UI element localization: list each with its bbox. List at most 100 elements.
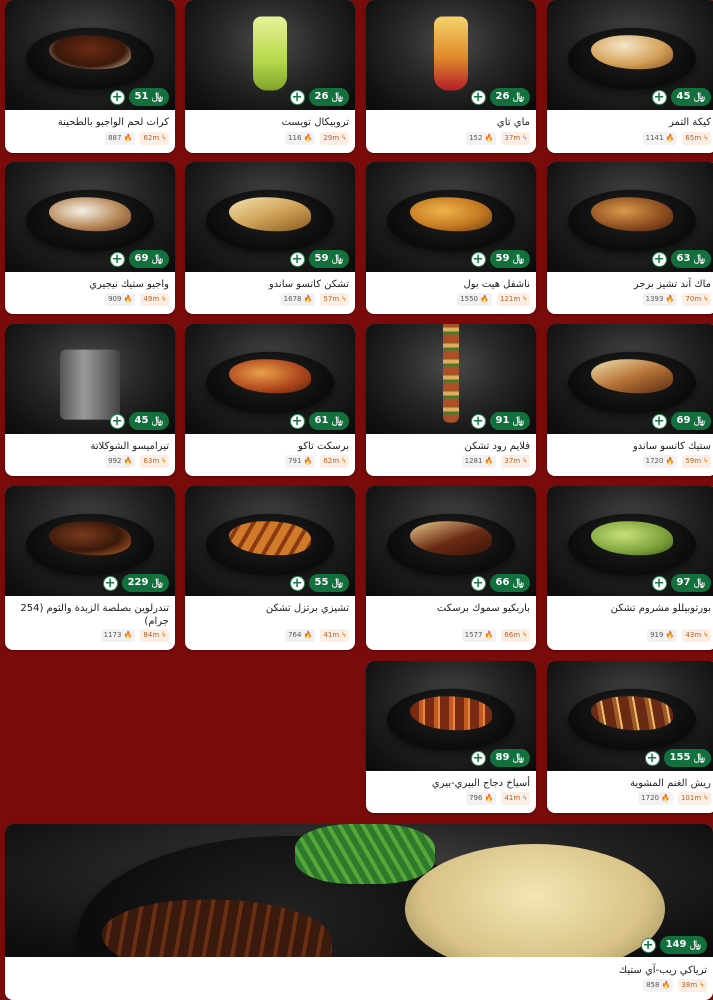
menu-card[interactable]: +26 ﷼ تروبيكال تويست 116 🔥 29m ϟ bbox=[185, 0, 355, 153]
time-tag: 62m ϟ bbox=[140, 132, 169, 145]
calories-tag: 1173 🔥 bbox=[100, 629, 136, 642]
item-name: فلايم رود تشكن bbox=[464, 441, 531, 452]
fire-icon: 🔥 bbox=[303, 457, 313, 465]
add-icon[interactable]: + bbox=[640, 937, 656, 953]
add-icon[interactable]: + bbox=[102, 575, 118, 591]
add-icon[interactable]: + bbox=[470, 89, 486, 105]
menu-card[interactable]: +45 ﷼ كيكة التمر 1141 🔥 65m ϟ bbox=[547, 0, 713, 153]
flame-icon: ϟ bbox=[161, 295, 166, 303]
menu-card[interactable]: +66 ﷼ باربكيو سموك برسكت 1577 🔥 66m ϟ bbox=[366, 486, 536, 650]
time-tag: 37m ϟ bbox=[501, 455, 530, 468]
flame-icon: ϟ bbox=[703, 295, 708, 303]
menu-card[interactable]: +89 ﷼ أسياخ دجاج البيري-بيري 796 🔥 41m ϟ bbox=[366, 661, 536, 813]
time-tag: 43m ϟ bbox=[682, 629, 711, 642]
price-badge: 149 ﷼ bbox=[659, 936, 707, 954]
add-icon[interactable]: + bbox=[651, 575, 667, 591]
add-icon[interactable]: + bbox=[470, 750, 486, 766]
time-tag: 84m ϟ bbox=[140, 629, 169, 642]
price-badge: 59 ﷼ bbox=[308, 250, 349, 268]
item-name: تندرلوين بصلصة الزبدة والثوم (254 جرام) bbox=[20, 603, 169, 627]
menu-card[interactable]: +26 ﷼ ماي تاي 152 🔥 37m ϟ bbox=[366, 0, 536, 153]
calories-tag: 858 🔥 bbox=[643, 979, 674, 992]
time-tag: 29m ϟ bbox=[320, 132, 349, 145]
flame-icon: ϟ bbox=[522, 631, 527, 639]
item-name: أسياخ دجاج البيري-بيري bbox=[431, 778, 530, 789]
price-badge: 229 ﷼ bbox=[121, 574, 169, 592]
calories-tag: 1141 🔥 bbox=[642, 132, 678, 145]
item-name: ستيك كاتسو ساندو bbox=[632, 441, 711, 452]
time-tag: 37m ϟ bbox=[501, 132, 530, 145]
fire-icon: 🔥 bbox=[665, 457, 675, 465]
fire-icon: 🔥 bbox=[484, 794, 494, 802]
flame-icon: ϟ bbox=[703, 457, 708, 465]
flame-icon: ϟ bbox=[699, 981, 704, 989]
add-icon[interactable]: + bbox=[644, 750, 660, 766]
price-badge: 61 ﷼ bbox=[308, 412, 349, 430]
flame-icon: ϟ bbox=[522, 794, 527, 802]
item-name: تروبيكال تويست bbox=[281, 117, 349, 128]
add-icon[interactable]: + bbox=[289, 575, 305, 591]
calories-tag: 791 🔥 bbox=[285, 455, 316, 468]
menu-card[interactable]: +45 ﷼ تيراميسو الشوكلاتة 992 🔥 63m ϟ bbox=[5, 324, 175, 476]
menu-card[interactable]: +59 ﷼ ناشفل هيت بول 1550 🔥 121m ϟ bbox=[366, 162, 536, 314]
menu-card[interactable]: +97 ﷼ بورتوبيللو مشروم تشكن 919 🔥 43m ϟ bbox=[547, 486, 713, 650]
add-icon[interactable]: + bbox=[470, 575, 486, 591]
menu-card[interactable]: +69 ﷼ واجيو ستيك نيجيري 909 🔥 49m ϟ bbox=[5, 162, 175, 314]
item-name: ماي تاي bbox=[496, 117, 530, 128]
flame-icon: ϟ bbox=[161, 134, 166, 142]
menu-card[interactable]: +51 ﷼ كرات لحم الواجيو بالطحينة 887 🔥 62m… bbox=[5, 0, 175, 153]
calories-tag: 1678 🔥 bbox=[280, 293, 316, 306]
time-tag: 66m ϟ bbox=[501, 629, 530, 642]
item-name: ريش الغنم المشوية bbox=[630, 778, 711, 789]
price-badge: 97 ﷼ bbox=[670, 574, 711, 592]
menu-card[interactable]: +91 ﷼ فلايم رود تشكن 1281 🔥 37m ϟ bbox=[366, 324, 536, 476]
add-icon[interactable]: + bbox=[651, 251, 667, 267]
price-badge: 69 ﷼ bbox=[128, 250, 169, 268]
time-tag: 57m ϟ bbox=[320, 293, 349, 306]
flame-icon: ϟ bbox=[703, 631, 708, 639]
add-icon[interactable]: + bbox=[289, 251, 305, 267]
menu-card[interactable]: +229 ﷼ تندرلوين بصلصة الزبدة والثوم (254… bbox=[5, 486, 175, 650]
fire-icon: 🔥 bbox=[484, 631, 494, 639]
fire-icon: 🔥 bbox=[665, 134, 675, 142]
item-name: كيكة التمر bbox=[669, 117, 711, 128]
calories-tag: 152 🔥 bbox=[466, 132, 497, 145]
add-icon[interactable]: + bbox=[289, 413, 305, 429]
flame-icon: ϟ bbox=[703, 794, 708, 802]
add-icon[interactable]: + bbox=[470, 413, 486, 429]
fire-icon: 🔥 bbox=[303, 134, 313, 142]
calories-tag: 764 🔥 bbox=[285, 629, 316, 642]
item-name: تيراميسو الشوكلاتة bbox=[90, 441, 169, 452]
fire-icon: 🔥 bbox=[665, 631, 675, 639]
add-icon[interactable]: + bbox=[109, 251, 125, 267]
menu-card[interactable]: +69 ﷼ ستيك كاتسو ساندو 1720 🔥 59m ϟ bbox=[547, 324, 713, 476]
menu-card[interactable]: +63 ﷼ ماك آند تشيز برجر 1393 🔥 70m ϟ bbox=[547, 162, 713, 314]
menu-card[interactable]: +55 ﷼ تشيزي برتزل تشكن 764 🔥 41m ϟ bbox=[185, 486, 355, 650]
calories-tag: 919 🔥 bbox=[647, 629, 678, 642]
add-icon[interactable]: + bbox=[470, 251, 486, 267]
item-name: ماك آند تشيز برجر bbox=[633, 279, 711, 290]
price-badge: 155 ﷼ bbox=[663, 749, 711, 767]
flame-icon: ϟ bbox=[161, 631, 166, 639]
flame-icon: ϟ bbox=[341, 457, 346, 465]
menu-card[interactable]: +59 ﷼ تشكن كاتسو ساندو 1678 🔥 57m ϟ bbox=[185, 162, 355, 314]
time-tag: 70m ϟ bbox=[682, 293, 711, 306]
time-tag: 63m ϟ bbox=[140, 455, 169, 468]
time-tag: 62m ϟ bbox=[320, 455, 349, 468]
flame-icon: ϟ bbox=[522, 295, 527, 303]
add-icon[interactable]: + bbox=[651, 89, 667, 105]
add-icon[interactable]: + bbox=[109, 413, 125, 429]
fire-icon: 🔥 bbox=[123, 134, 133, 142]
price-badge: 91 ﷼ bbox=[489, 412, 530, 430]
flame-icon: ϟ bbox=[522, 457, 527, 465]
add-icon[interactable]: + bbox=[651, 413, 667, 429]
menu-card[interactable]: +61 ﷼ برسكت تاكو 791 🔥 62m ϟ bbox=[185, 324, 355, 476]
add-icon[interactable]: + bbox=[289, 89, 305, 105]
price-badge: 26 ﷼ bbox=[489, 88, 530, 106]
add-icon[interactable]: + bbox=[109, 89, 125, 105]
menu-card[interactable]: +155 ﷼ ريش الغنم المشوية 1720 🔥 101m ϟ bbox=[547, 661, 713, 813]
price-badge: 51 ﷼ bbox=[128, 88, 169, 106]
featured-menu-card[interactable]: +149 ﷼ ترياكي ريب-آي ستيك 858 🔥 38m ϟ bbox=[5, 824, 713, 1000]
time-tag: 41m ϟ bbox=[501, 792, 530, 805]
fire-icon: 🔥 bbox=[661, 981, 671, 989]
